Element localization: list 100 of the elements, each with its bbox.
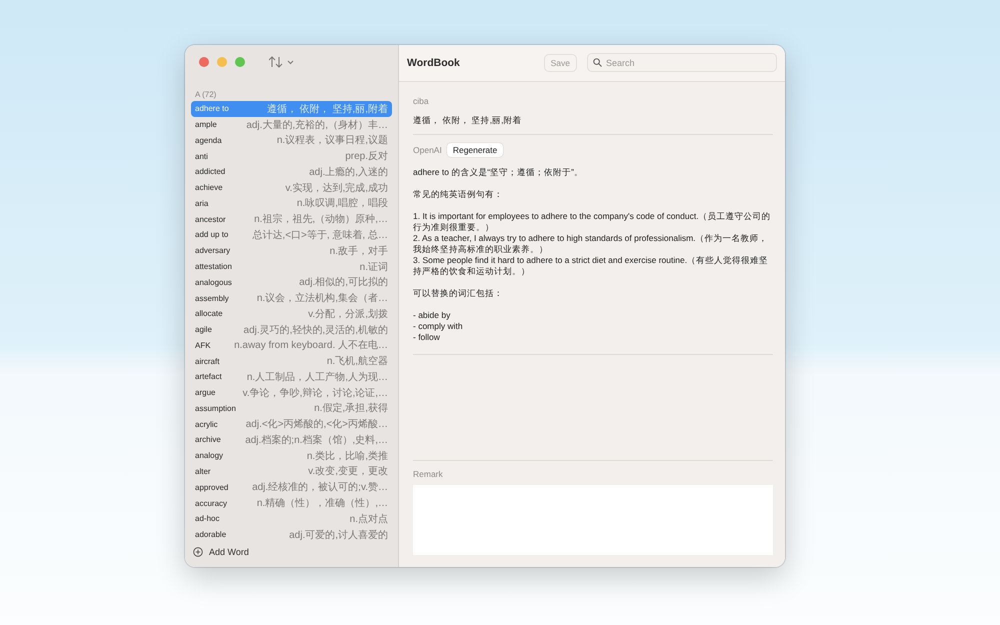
word-list-item[interactable]: add up to 总计达,<口>等于, 意味着, 总… (191, 227, 392, 243)
meaning-text: 总计达,<口>等于, 意味着, 总… (252, 228, 388, 242)
word-text: adversary (195, 246, 230, 256)
word-list-item[interactable]: AFK n.away from keyboard. 人不在电… (191, 337, 392, 354)
word-list-item[interactable]: accuracy n.精确（性），准确（性）,… (191, 495, 392, 511)
meaning-text: adj.档案的;n.档案（馆）,史料,… (245, 434, 388, 447)
meaning-text: adj.大量的,充裕的,（身材）丰… (246, 118, 388, 132)
word-text: assumption (195, 404, 236, 413)
word-list-item[interactable]: ancestor n.祖宗，祖先,（动物）原种,… (191, 211, 392, 228)
translation-text: 遵循， 依附， 坚持,丽,附着 (413, 114, 522, 126)
regenerate-button[interactable]: Regenerate (446, 142, 504, 156)
answer-line: - abide by (413, 310, 452, 320)
word-list-item[interactable]: allocate v.分配，分派,划拨 (191, 306, 392, 322)
meaning-text: n.敌手，对手 (330, 244, 388, 258)
word-text: acrylic (195, 420, 218, 429)
word-list-item[interactable]: adversary n.敌手，对手 (191, 242, 392, 259)
word-list-item[interactable]: acrylic adj.<化>丙烯酸的,<化>丙烯酸… (191, 416, 392, 432)
section-header: A (72) (195, 90, 218, 99)
word-list-item[interactable]: ad-hoc n.点对点 (191, 510, 392, 527)
word-list-item[interactable]: aria n.咏叹调,唱腔，唱段 (191, 196, 392, 212)
minimize-button[interactable] (217, 57, 227, 68)
word-list-item[interactable]: alter v.改变,变更，更改 (191, 464, 392, 480)
word-list-item[interactable]: assumption n.假定,承担,获得 (191, 400, 392, 416)
word-text: artefact (195, 372, 222, 382)
word-text: attestation (195, 262, 232, 272)
word-list-item[interactable]: achieve v.实现，达到,完成,成功 (191, 180, 392, 196)
remark-label: Remark (413, 468, 444, 478)
answer-line: 2. As a teacher, I always try to adhere to high standards of professionalism.（作为一名教师，我始终坚持高标准的职业素养。） (413, 232, 769, 254)
add-word-button[interactable]: Add Word (191, 542, 251, 560)
word-text: analogy (195, 451, 224, 460)
meaning-text: n.人工制品，人工产物,人为现… (246, 370, 388, 384)
word-text: aircraft (195, 356, 220, 366)
meaning-text: adj.上瘾的,入迷的 (309, 166, 388, 179)
source-label: ciba (413, 96, 430, 106)
meaning-text: n.away from keyboard. 人不在电… (234, 338, 388, 352)
meaning-text: v.实现，达到,完成,成功 (285, 182, 388, 195)
search-field[interactable]: Search (587, 53, 777, 72)
sort-icon[interactable] (269, 56, 295, 68)
answer-line: 1. It is important for employees to adhere to the company's code of conduct.（员工遵守公司的行为准则很重要。） (413, 210, 772, 232)
word-list-item[interactable]: adorable adj.可爱的,讨人喜爱的 (191, 526, 392, 542)
word-text: adhere to (195, 104, 229, 114)
word-text: ancestor (195, 214, 226, 224)
word-text: add up to (195, 230, 228, 240)
meaning-text: n.飞机,航空器 (326, 354, 388, 368)
meaning-text: adj.<化>丙烯酸的,<化>丙烯酸… (246, 418, 388, 432)
plus-circle-icon (193, 546, 203, 556)
word-list-item[interactable]: agile adj.灵巧的,轻快的,灵活的,机敏的 (191, 322, 392, 338)
ai-source-label: OpenAI (413, 144, 442, 154)
meaning-text: n.点对点 (350, 512, 388, 526)
meaning-text: v.争论，争吵,辩论，讨论,论证,… (242, 386, 388, 400)
word-text: adorable (195, 530, 226, 540)
meaning-text: n.证词 (360, 260, 388, 274)
meaning-text: adj.灵巧的,轻快的,灵活的,机敏的 (244, 324, 388, 337)
word-list-item[interactable]: archive adj.档案的;n.档案（馆）,史料,… (191, 432, 392, 448)
word-text: aria (195, 198, 208, 208)
word-text: archive (195, 435, 221, 444)
answer-line: 可以替换的词汇包括： (413, 288, 504, 298)
search-icon (593, 58, 602, 67)
word-list-item[interactable]: approved adj.经核准的，被认可的;v.赞… (191, 479, 392, 496)
word-list-item[interactable]: aircraft n.飞机,航空器 (191, 353, 392, 369)
word-list-item[interactable]: anti prep.反对 (191, 148, 392, 164)
answer-line: - comply with (413, 320, 464, 332)
meaning-text: n.议会，立法机构,集会（者… (256, 292, 388, 306)
word-text: addicted (195, 167, 226, 176)
word-text: ample (195, 120, 217, 130)
word-list-item[interactable]: attestation n.证词 (191, 258, 392, 274)
meaning-text: v.改变,变更，更改 (308, 464, 388, 478)
meaning-text: n.类比，比喻,类推 (306, 450, 388, 463)
word-list-item[interactable]: addicted adj.上瘾的,入迷的 (191, 164, 392, 180)
zoom-button[interactable] (235, 57, 245, 68)
word-list-item[interactable]: agenda n.议程表，议事日程,议题 (191, 132, 392, 148)
meaning-text: v.分配，分派,划拨 (308, 308, 388, 321)
word-text: anti (195, 152, 208, 161)
word-text: approved (195, 482, 228, 492)
answer-line: 常见的纯英语例句有： (413, 188, 504, 200)
word-list-item[interactable]: analogy n.类比，比喻,类推 (191, 448, 392, 464)
word-list-item[interactable]: assembly n.议会，立法机构,集会（者… (191, 290, 392, 306)
answer-line: 3. Some people find it hard to adhere to a strict diet and exercise routine.（有些人觉得很难坚持严格的饮食和运动计划。） (413, 254, 770, 276)
meaning-text: adj.可爱的,讨人喜爱的 (289, 528, 388, 542)
word-list-item[interactable]: argue v.争论，争吵,辩论，讨论,论证,… (191, 384, 392, 401)
word-text: achieve (195, 183, 223, 192)
word-list-item[interactable]: ample adj.大量的,充裕的,（身材）丰… (191, 116, 392, 133)
word-text: argue (195, 388, 216, 398)
word-text: analogous (195, 278, 232, 287)
close-button[interactable] (199, 57, 209, 68)
meaning-text: n.祖宗，祖先,（动物）原种,… (254, 212, 388, 226)
meaning-text: adj.相似的,可比拟的 (299, 276, 388, 290)
meaning-text: n.议程表，议事日程,议题 (276, 134, 388, 148)
word-text: accuracy (195, 498, 228, 508)
meaning-text: n.假定,承担,获得 (314, 402, 388, 416)
word-text: allocate (195, 309, 223, 318)
word-text: agenda (195, 136, 222, 145)
word-text: alter (195, 466, 211, 476)
answer-line: - follow (413, 332, 441, 342)
meaning-text: n.精确（性），准确（性）,… (256, 496, 388, 510)
word-list-item[interactable]: artefact n.人工制品，人工产物,人为现… (191, 369, 392, 385)
word-text: ad-hoc (195, 514, 220, 524)
answer-line: adhere to 的含义是“坚守；遵循；依附于”。 (413, 166, 584, 178)
meaning-text: 遵循， 依附， 坚持,丽,附着 (266, 102, 388, 116)
word-list-item[interactable]: analogous adj.相似的,可比拟的 (191, 274, 392, 290)
